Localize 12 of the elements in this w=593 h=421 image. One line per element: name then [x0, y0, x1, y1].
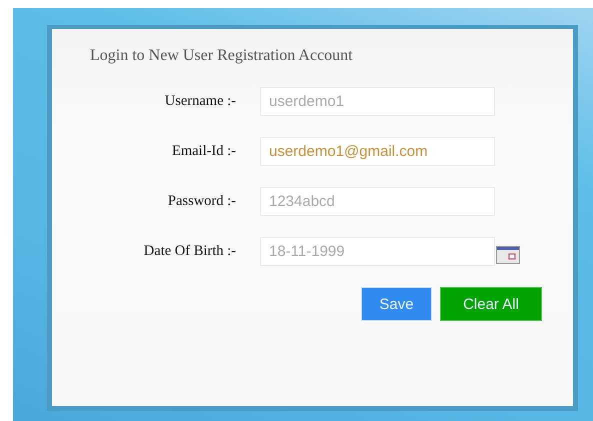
input-field[interactable]: 18-11-1999: [260, 237, 495, 266]
calendar-icon[interactable]: [496, 246, 520, 264]
field-label: Email-Id :-: [170, 143, 237, 160]
input-field[interactable]: userdemo1: [260, 87, 495, 116]
save-button[interactable]: Save: [361, 287, 432, 321]
form-title: Login to New User Registration Account: [90, 47, 354, 65]
field-label: Username :-: [164, 93, 237, 110]
field-label: Password :-: [166, 193, 237, 210]
field-label: Date Of Birth :-: [142, 243, 237, 260]
input-field[interactable]: 1234abcd: [260, 187, 495, 216]
clear-button[interactable]: Clear All: [440, 287, 542, 321]
input-field[interactable]: userdemo1@gmail.com: [260, 137, 495, 166]
